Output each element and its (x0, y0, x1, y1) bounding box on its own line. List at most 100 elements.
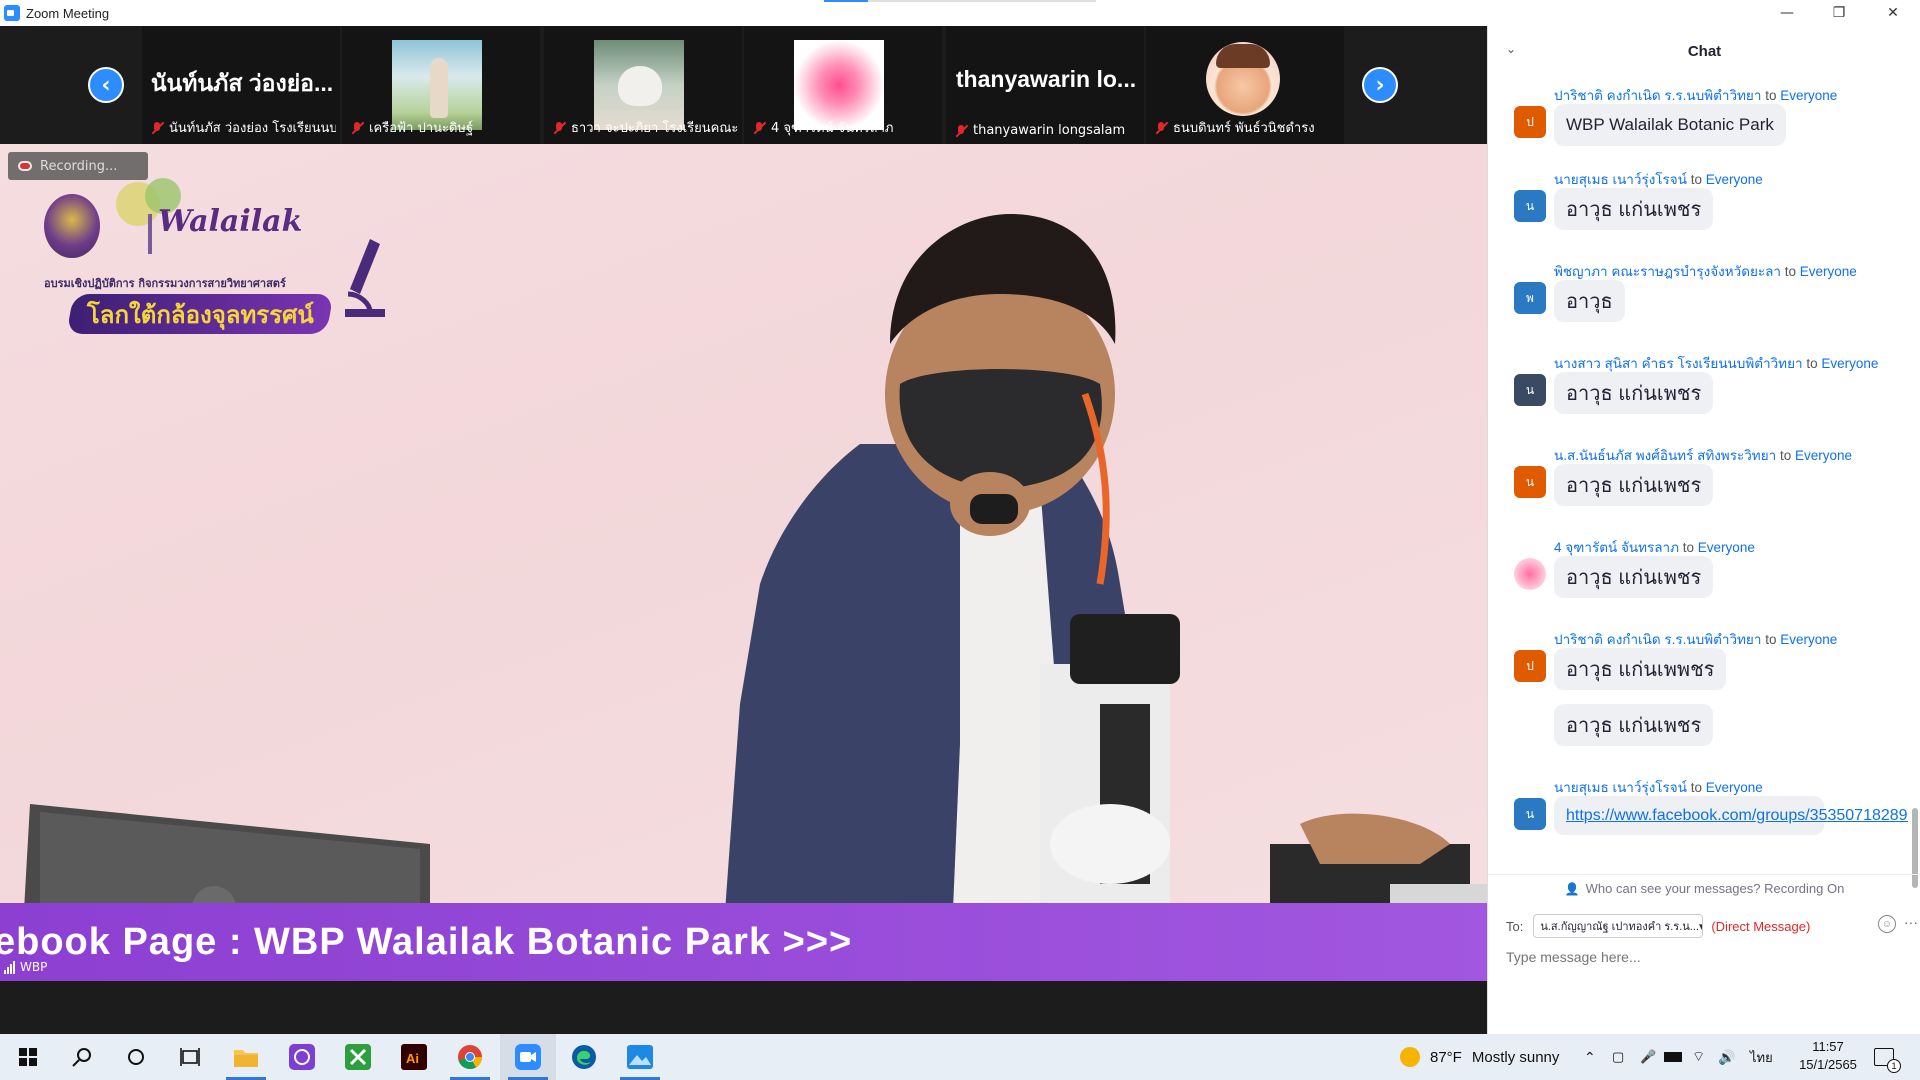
cortana-icon[interactable] (108, 1034, 164, 1080)
tray-meet-now-icon[interactable]: ▢ (1612, 1034, 1624, 1080)
chat-scrollbar[interactable] (1912, 88, 1918, 888)
photo-app-icon[interactable] (274, 1034, 330, 1080)
task-view-glyph (180, 1048, 200, 1066)
avatar-hair (1216, 44, 1270, 68)
event-subtitle: อบรมเชิงปฏิบัติการ กิจกรรมวงการสายวิทยาศ… (44, 277, 286, 290)
edge-icon[interactable] (556, 1034, 612, 1080)
participant-caption: 4 จุฑารัตน์ จันทรลาภ (752, 117, 938, 138)
search-icon[interactable] (54, 1034, 110, 1080)
edge-glyph (572, 1045, 596, 1069)
message-header: น.ส.นันธ์นภัส พงศ์อินทร์ สทิงพระวิทยา to… (1554, 444, 1852, 466)
illustrator-icon[interactable]: Ai (386, 1034, 442, 1080)
chat-message-list[interactable]: ปาริชาติ คงกำเนิด ร.ร.นบพิตำวิทยา to Eve… (1488, 76, 1908, 892)
participant-tile[interactable]: เครือฟ้า ปานะดิษฐ์ (342, 26, 540, 144)
to-word: to (1765, 632, 1777, 647)
participant-tile[interactable]: นันท์นภัส ว่องย่อ... นันท์นภัส ว่องย่อง … (142, 26, 340, 144)
gallery-prev-button[interactable]: ‹ (88, 67, 124, 103)
message-header: ปาริชาติ คงกำเนิด ร.ร.นบพิตำวิทยา to Eve… (1554, 628, 1837, 650)
mic-muted-icon (1154, 121, 1168, 135)
participant-name: ธาวา จะปะภิยา โรงเรียนคณะร... (571, 121, 738, 136)
recipient-dropdown[interactable]: น.ส.กัญญาณัฐ เปาทองคำ ร.ร.น... ▾ (1533, 914, 1704, 938)
more-options-icon[interactable]: ··· (1904, 914, 1918, 930)
microphone-icon[interactable]: 🎤 (1640, 1034, 1656, 1080)
sender-name[interactable]: นายสุเมธ เนาว์รุ่งโรจน์ (1554, 780, 1687, 795)
speaker-name-tag: WBP (4, 960, 47, 974)
cortana-glyph (128, 1049, 144, 1065)
xbox-icon[interactable] (330, 1034, 386, 1080)
windows-start-icon[interactable] (0, 1034, 56, 1080)
volume-icon[interactable]: 🔊 (1718, 1034, 1735, 1080)
event-banner: โลกใต้กล้องจุลทรรศน์ (66, 294, 334, 334)
chrome-icon[interactable] (442, 1034, 498, 1080)
windows-taskbar: Ai 87°F Mostly sunny ⌃ ▢ 🎤 ⌔ 🔊 ไทย 11:57… (0, 1034, 1920, 1080)
avatar: ป (1514, 106, 1546, 138)
restore-button[interactable]: ❐ (1812, 0, 1866, 26)
chevron-down-icon: ▾ (1699, 920, 1702, 933)
message-header: ปาริชาติ คงกำเนิด ร.ร.นบพิตำวิทยา to Eve… (1554, 84, 1837, 106)
moomin-figure (618, 66, 662, 106)
weather-text: Mostly sunny (1471, 1048, 1560, 1066)
emoji-icon[interactable]: ☺ (1878, 915, 1896, 933)
avatar (1514, 558, 1546, 590)
progress-fill (824, 0, 868, 2)
to-word: to (1784, 264, 1797, 279)
walailak-wordmark: Walailak (158, 204, 303, 239)
message-bubble: อาวุธ แก่นเพชร (1554, 556, 1714, 598)
who-can-see-link[interactable]: 👤 Who can see your messages? Recording O… (1488, 874, 1920, 902)
zoom-taskbar-icon[interactable] (500, 1034, 556, 1080)
chat-panel: ⌄ Chat ปาริชาติ คงกำเนิด ร.ร.นบพิตำวิทยา… (1487, 26, 1920, 1034)
sender-name[interactable]: 4 จุฑารัตน์ จันทรลาภ (1554, 540, 1679, 555)
window-title: Zoom Meeting (26, 5, 110, 21)
sender-name[interactable]: นางสาว สุนิสา คำธร โรงเรียนนบพิตำวิทยา (1554, 356, 1803, 371)
windows-logo (19, 1048, 37, 1066)
active-speaker-video: Recording... Walailak อบรมเชิงปฏิบัติการ… (0, 144, 1487, 981)
message-bubble: อาวุธ แก่นเพชร (1554, 464, 1714, 506)
search-glyph (72, 1048, 91, 1067)
meeting-area: ‹ นันท์นภัส ว่องย่อ... นันท์นภัส ว่องย่อ… (0, 26, 1487, 1034)
file-explorer-icon[interactable] (218, 1034, 274, 1080)
participant-tile[interactable]: 4 จุฑารัตน์ จันทรลาภ (744, 26, 942, 144)
battery-icon[interactable] (1664, 1034, 1682, 1080)
participant-tile[interactable]: thanyawarin lo... thanyawarin longsalam (946, 26, 1144, 144)
system-clock[interactable]: 11:57 15/1/2565 (1788, 1038, 1868, 1074)
sender-name[interactable]: น.ส.นันธ์นภัส พงศ์อินทร์ สทิงพระวิทยา (1554, 448, 1776, 463)
svg-text:Ai: Ai (406, 1051, 419, 1066)
to-word: to (1765, 88, 1777, 103)
sender-name[interactable]: ปาริชาติ คงกำเนิด ร.ร.นบพิตำวิทยา (1554, 632, 1761, 647)
show-hidden-icons-button[interactable]: ⌃ (1584, 1034, 1596, 1080)
recipient-everyone: Everyone (1705, 780, 1763, 795)
sender-name[interactable]: พิชญาภา คณะราษฎรบำรุงจังหวัดยะลา (1554, 264, 1781, 279)
avatar: พ (1514, 282, 1546, 314)
chrome-glyph (458, 1045, 482, 1069)
wifi-icon[interactable]: ⌔ (1692, 1034, 1705, 1080)
to-word: to (1806, 356, 1818, 371)
gallery-next-button[interactable]: › (1362, 67, 1398, 103)
person-lock-icon: 👤 (1564, 881, 1580, 896)
recipient-everyone: Everyone (1821, 356, 1879, 371)
sender-name[interactable]: ปาริชาติ คงกำเนิด ร.ร.นบพิตำวิทยา (1554, 88, 1761, 103)
input-language[interactable]: ไทย (1750, 1034, 1773, 1080)
microscope-icon (345, 239, 385, 317)
event-logo: Walailak อบรมเชิงปฏิบัติการ กิจกรรมวงการ… (40, 174, 400, 334)
sender-name[interactable]: นายสุเมธ เนาว์รุ่งโรจน์ (1554, 172, 1687, 187)
participant-tile[interactable]: ธนบดินทร์ พันธ์วนิชดำรง (1146, 26, 1344, 144)
close-button[interactable]: ✕ (1866, 0, 1920, 26)
mic-muted-icon (752, 121, 766, 135)
notification-count: 1 (1887, 1059, 1901, 1073)
message-header: นางสาว สุนิสา คำธร โรงเรียนนบพิตำวิทยา t… (1554, 352, 1878, 374)
minimize-button[interactable]: — (1760, 0, 1814, 26)
task-view-icon[interactable] (162, 1034, 218, 1080)
to-word: to (1682, 540, 1695, 555)
participant-tile[interactable]: ธาวา จะปะภิยา โรงเรียนคณะร... (544, 26, 742, 144)
chat-message-input[interactable] (1506, 944, 1906, 970)
mic-muted-icon (150, 121, 164, 135)
message-link[interactable]: https://www.facebook.com/groups/35350718… (1554, 796, 1908, 835)
participant-caption: ธนบดินทร์ พันธ์วนิชดำรง (1154, 117, 1340, 138)
message-header: นายสุเมธ เนาว์รุ่งโรจน์ to Everyone (1554, 776, 1763, 798)
mic-muted-icon (954, 124, 968, 138)
to-word: to (1779, 448, 1792, 463)
notifications-icon[interactable]: 1 (1874, 1034, 1901, 1080)
recipient-everyone: Everyone (1697, 540, 1755, 555)
weather-widget[interactable]: 87°F Mostly sunny (1400, 1034, 1559, 1080)
photos-icon[interactable] (612, 1034, 668, 1080)
